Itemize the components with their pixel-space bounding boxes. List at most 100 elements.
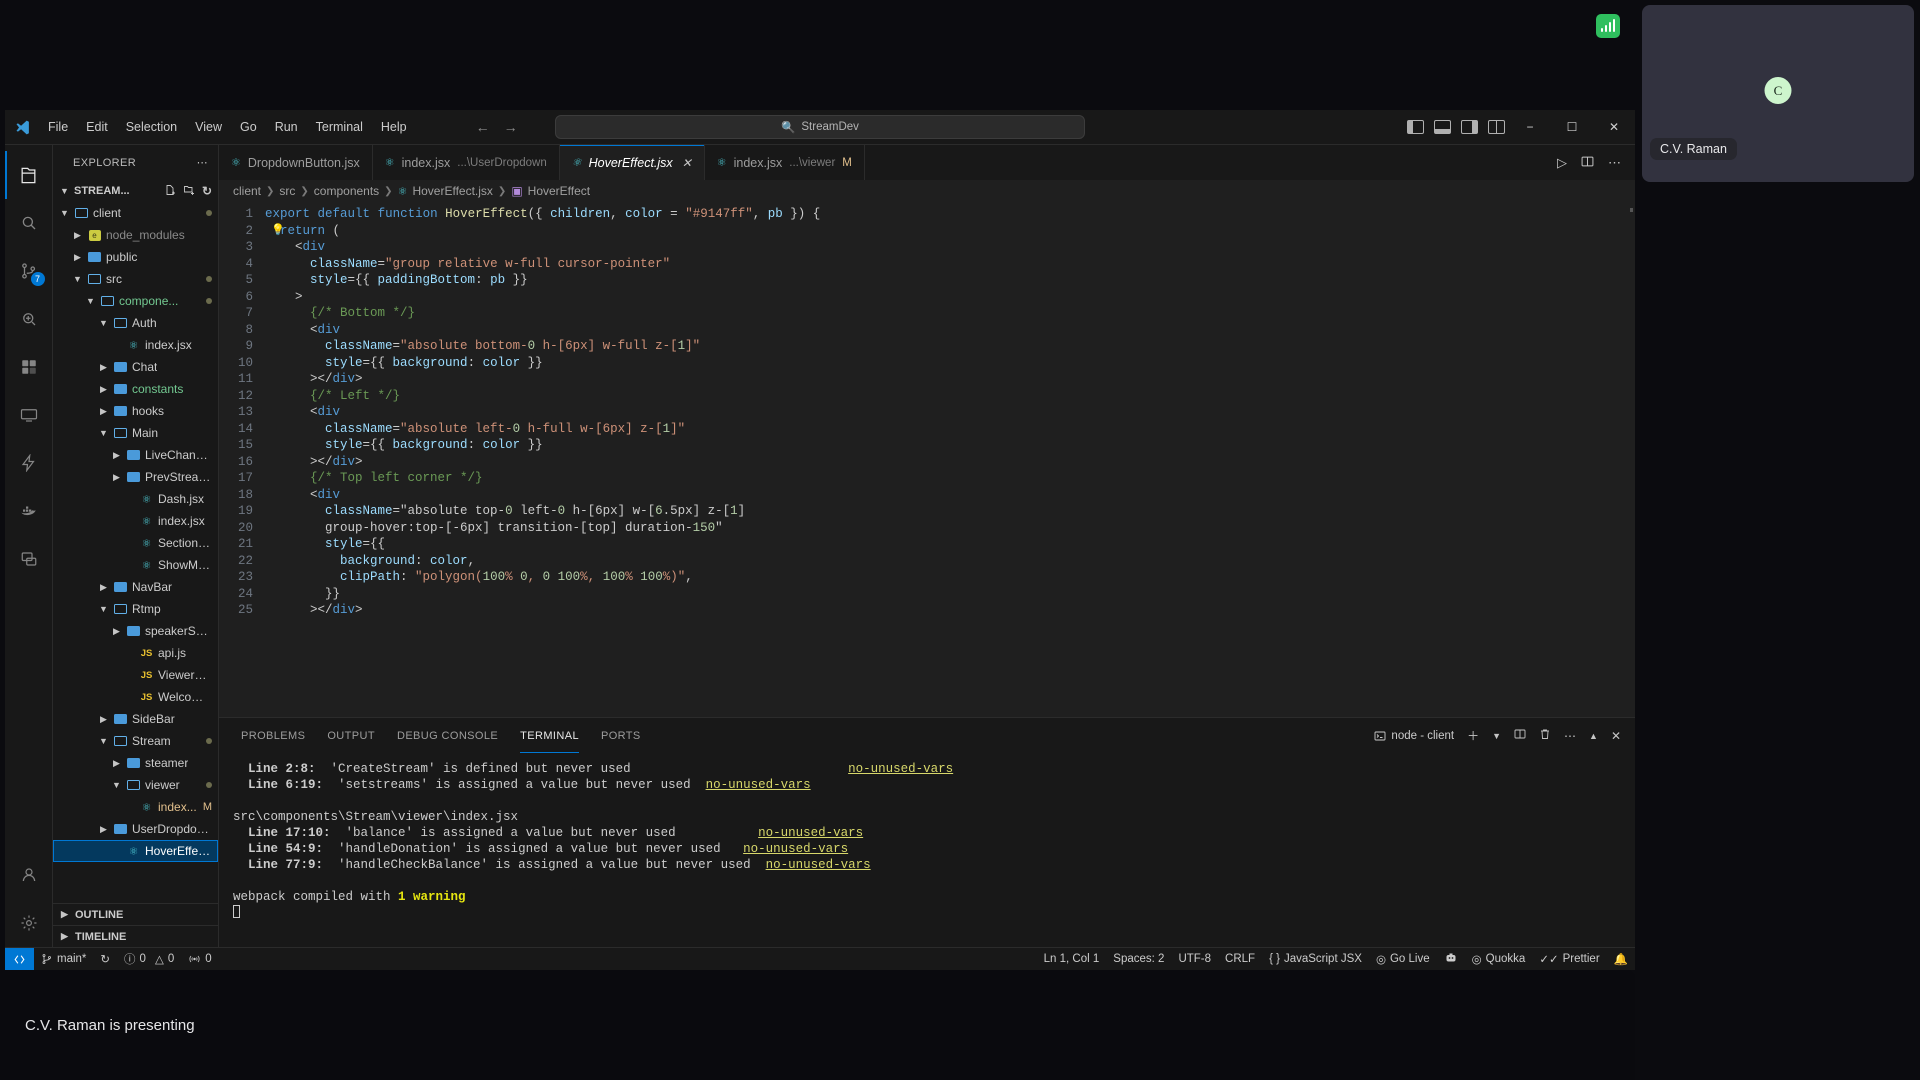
chevron-down-icon[interactable]: ▼ <box>85 296 96 306</box>
activitybar-docker[interactable] <box>5 487 53 535</box>
status-bar-right[interactable]: Ln 1, Col 1 Spaces: 2 UTF-8 CRLF { } JavaScri… <box>1037 948 1635 971</box>
code-line[interactable]: style={{ background: color }} <box>265 437 1635 454</box>
code-line[interactable]: group-hover:top-[-6px] transition-[top] … <box>265 520 1635 537</box>
new-terminal-icon[interactable]: ＋ <box>1467 727 1479 744</box>
code-line[interactable]: > <box>265 289 1635 306</box>
tree-item[interactable]: ▼ src <box>53 268 218 290</box>
chevron-right-icon[interactable]: ▶ <box>111 472 122 483</box>
remote-window-icon[interactable] <box>5 947 34 970</box>
tree-item[interactable]: ▶JSViewerScree... <box>53 664 218 686</box>
tree-item[interactable]: ▶ hooks <box>53 400 218 422</box>
code-line[interactable]: ></div> <box>265 454 1635 471</box>
chevron-down-icon[interactable]: ▼ <box>111 780 122 790</box>
status-encoding[interactable]: UTF-8 <box>1171 948 1218 971</box>
activitybar-explorer[interactable] <box>5 151 53 199</box>
tree-item[interactable]: ▼ compone... <box>53 290 218 312</box>
chevron-right-icon[interactable]: ▶ <box>98 362 109 373</box>
breadcrumb-item-src[interactable]: src <box>279 184 295 198</box>
code-line[interactable]: {/* Left */} <box>265 388 1635 405</box>
code-line[interactable]: ></div> <box>265 602 1635 619</box>
editor-tab[interactable]: ⚛ index.jsx ...\viewer M <box>704 145 865 180</box>
tree-item[interactable]: ▶ UserDropdown <box>53 818 218 840</box>
close-panel-icon[interactable]: ✕ <box>1611 729 1621 743</box>
code-line[interactable]: clipPath: "polygon(100% 0, 0 100%, 100% … <box>265 569 1635 586</box>
ellipsis-icon[interactable]: ⋯ <box>197 156 208 169</box>
minimap[interactable] <box>1627 202 1635 717</box>
status-eol[interactable]: CRLF <box>1218 948 1262 971</box>
close-icon[interactable]: ✕ <box>682 156 692 170</box>
tree-item[interactable]: ▶ speakerScreen <box>53 620 218 642</box>
activitybar-thunder-client[interactable] <box>5 439 53 487</box>
breadcrumb-item-symbol[interactable]: HoverEffect <box>528 184 590 198</box>
code-content[interactable]: export default function HoverEffect({ ch… <box>265 202 1635 717</box>
refresh-icon[interactable]: ↻ <box>202 184 212 199</box>
status-ports[interactable]: 0 <box>181 948 218 971</box>
tree-item[interactable]: ▶ public <box>53 246 218 268</box>
file-tree[interactable]: ▼ client ▶ e node_modules ▶ public ▼ src ▼ compone… <box>53 202 218 903</box>
status-language-mode[interactable]: { } JavaScript JSX <box>1262 948 1369 971</box>
chevron-down-icon[interactable]: ▼ <box>98 736 109 746</box>
status-bar[interactable]: main* ↻ ⓘ 0 △ 0 0 Ln 1, Col 1 Spaces: 2 UT… <box>5 947 1635 970</box>
more-actions-icon[interactable]: ⋯ <box>1564 729 1576 743</box>
status-notifications[interactable]: 🔔 <box>1607 948 1635 971</box>
chevron-down-icon[interactable]: ▼ <box>98 318 109 328</box>
activitybar-live-share[interactable] <box>5 535 53 583</box>
code-line[interactable]: }} <box>265 586 1635 603</box>
arrow-right-icon[interactable]: → <box>504 119 518 135</box>
layout-toggles[interactable] <box>1407 120 1505 134</box>
editor-tab-actions[interactable]: ▷ ⋯ <box>1557 145 1635 180</box>
tree-item[interactable]: ▶ e node_modules <box>53 224 218 246</box>
tree-item[interactable]: ▼ viewer <box>53 774 218 796</box>
tree-item[interactable]: ▶ LiveChannels <box>53 444 218 466</box>
tree-item[interactable]: ▶ NavBar <box>53 576 218 598</box>
chevron-right-icon[interactable]: ▶ <box>98 384 109 395</box>
tree-item[interactable]: ▼ Rtmp <box>53 598 218 620</box>
tree-item[interactable]: ▶⚛index.jsx <box>53 510 218 532</box>
new-file-icon[interactable] <box>164 184 176 199</box>
code-line[interactable]: <div <box>265 487 1635 504</box>
more-actions-icon[interactable]: ⋯ <box>1608 155 1621 171</box>
tree-item[interactable]: ▶ steamer <box>53 752 218 774</box>
run-icon[interactable]: ▷ <box>1557 155 1567 171</box>
sidebar-section-outline[interactable]: ▶ OUTLINE <box>53 903 218 925</box>
command-center[interactable]: 🔍 StreamDev <box>555 115 1085 139</box>
chevron-right-icon[interactable]: ▶ <box>98 582 109 593</box>
split-terminal-icon[interactable] <box>1514 728 1526 743</box>
code-line[interactable]: className="absolute top-0 left-0 h-[6px]… <box>265 503 1635 520</box>
code-line[interactable]: className="absolute left-0 h-full w-[6px… <box>265 421 1635 438</box>
code-line[interactable]: {/* Bottom */} <box>265 305 1635 322</box>
chevron-down-icon[interactable]: ▼ <box>98 604 109 614</box>
code-line[interactable]: export default function HoverEffect({ ch… <box>265 206 1635 223</box>
toggle-primary-sidebar-icon[interactable] <box>1407 120 1424 134</box>
panel-tab-problems[interactable]: PROBLEMS <box>241 718 305 753</box>
panel-tab-terminal[interactable]: TERMINAL <box>520 718 579 753</box>
customize-layout-icon[interactable] <box>1488 120 1505 134</box>
tree-item[interactable]: ▶ constants <box>53 378 218 400</box>
maximize-button[interactable]: ☐ <box>1551 110 1593 145</box>
code-line[interactable]: style={{ paddingBottom: pb }} <box>265 272 1635 289</box>
code-line[interactable]: {/* Top left corner */} <box>265 470 1635 487</box>
tree-item[interactable]: ▶⚛index...M <box>53 796 218 818</box>
menu-edit[interactable]: Edit <box>77 117 117 137</box>
breadcrumb-item-components[interactable]: components <box>314 184 379 198</box>
chevron-right-icon[interactable]: ▶ <box>98 406 109 417</box>
terminal-output[interactable]: Line 2:8: 'CreateStream' is defined but … <box>219 753 1635 947</box>
status-branch[interactable]: main* <box>34 948 93 971</box>
chevron-right-icon[interactable]: ▶ <box>98 714 109 725</box>
editor-tab[interactable]: ⚛ index.jsx ...\UserDropdown <box>372 145 560 180</box>
status-prettier[interactable]: ✓✓ Prettier <box>1532 948 1606 971</box>
chevron-right-icon[interactable]: ▶ <box>72 252 83 263</box>
tree-item[interactable]: ▼ Stream <box>53 730 218 752</box>
activitybar-manage-gear-icon[interactable] <box>5 899 53 947</box>
panel-tab-bar[interactable]: PROBLEMS OUTPUT DEBUG CONSOLE TERMINAL PORTS… <box>219 718 1635 753</box>
sidebar-section-timeline[interactable]: ▶ TIMELINE <box>53 925 218 947</box>
status-go-live[interactable]: ◎ Go Live <box>1369 948 1437 971</box>
activitybar-source-control[interactable]: 7 <box>5 247 53 295</box>
status-problems[interactable]: ⓘ 0 △ 0 <box>117 948 181 971</box>
code-line[interactable]: style={{ <box>265 536 1635 553</box>
code-line[interactable]: <div <box>265 239 1635 256</box>
chevron-right-icon[interactable]: ▶ <box>111 450 122 461</box>
activitybar-remote-explorer[interactable] <box>5 391 53 439</box>
chevron-down-icon[interactable]: ▼ <box>59 208 70 218</box>
activitybar-accounts[interactable] <box>5 851 53 899</box>
